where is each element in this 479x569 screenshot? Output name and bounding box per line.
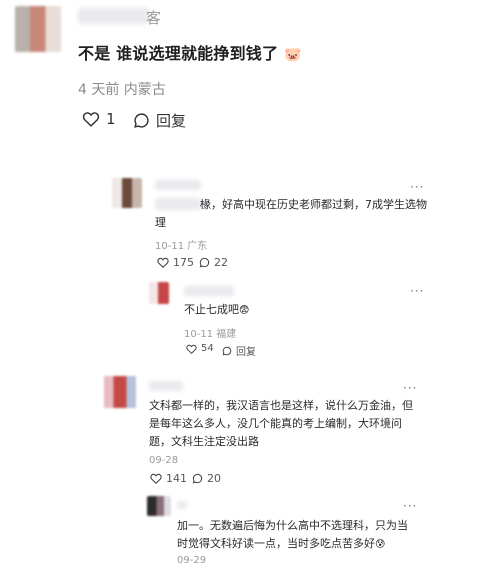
reply-button[interactable]: 22 <box>199 256 228 269</box>
more-options-icon[interactable]: ··· <box>403 499 417 513</box>
avatar[interactable] <box>15 6 61 52</box>
comment-bubble-icon <box>134 113 149 128</box>
reply-avatar[interactable] <box>112 178 142 208</box>
sub-reply-meta: 10-11 福建 <box>184 329 237 340</box>
reply-count: 20 <box>207 472 221 485</box>
like-count: 141 <box>166 472 187 485</box>
reply-label: 回复 <box>156 112 187 130</box>
reply-username[interactable] <box>149 381 183 391</box>
reply-label: 回复 <box>236 347 256 358</box>
reply-meta: 09-28 <box>149 455 179 466</box>
emoji: 😰 <box>375 539 386 550</box>
sub-reply-text-cont: 时觉得文科好读一点，当时多吃点苦多好😰 <box>177 537 386 550</box>
like-button[interactable]: 175 <box>157 256 194 269</box>
sub-reply-username[interactable] <box>184 286 234 296</box>
reply-button[interactable]: 回复 <box>133 110 186 131</box>
emoji: 🐷 <box>283 47 302 63</box>
sub-reply-avatar[interactable] <box>147 496 171 516</box>
reply-text: 文科都一样的，我汉语言也是这样，说什么万金油，但 <box>149 399 413 412</box>
comment-bubble-icon <box>192 473 203 484</box>
reply-text-cont: 理 <box>155 216 166 229</box>
sub-reply-meta: 09-29 <box>177 555 207 566</box>
comment-bubble-icon <box>199 257 210 268</box>
username[interactable] <box>78 8 150 24</box>
reply-text-cont: 题，文科生注定没出路 <box>149 435 259 448</box>
sub-reply-avatar[interactable] <box>149 282 169 304</box>
username-suffix: 客 <box>146 9 162 27</box>
like-button[interactable]: 54 <box>186 343 214 354</box>
like-button[interactable]: 1 <box>82 110 116 128</box>
more-options-icon[interactable]: ··· <box>403 381 417 395</box>
reply-avatar[interactable] <box>104 376 136 408</box>
reply-username[interactable] <box>155 180 201 190</box>
more-options-icon[interactable]: ··· <box>410 180 424 194</box>
mention-blur <box>155 198 201 210</box>
reply-count: 22 <box>214 256 228 269</box>
reply-text: 椽，好高中现在历史老师都过剩，7成学生选物 <box>200 198 427 211</box>
reply-text-cont: 是每年这么多人，没几个能真的考上编制，大环境问 <box>149 417 402 430</box>
comment-text: 不是 谁说选理就能挣到钱了 🐷 <box>78 44 302 63</box>
like-count: 175 <box>173 256 194 269</box>
heart-icon <box>150 473 162 484</box>
comment-meta: 4 天前 内蒙古 <box>78 82 166 98</box>
more-options-icon[interactable]: ··· <box>410 284 424 298</box>
like-count: 54 <box>201 343 214 354</box>
reply-meta: 10-11 广东 <box>155 241 208 252</box>
sub-reply-username[interactable] <box>177 501 187 509</box>
heart-icon <box>82 112 100 127</box>
comment-bubble-icon <box>222 346 232 355</box>
sub-reply-text: 不止七成吧😨 <box>184 303 250 316</box>
reply-button[interactable]: 回复 <box>222 343 256 358</box>
sub-reply-text: 加一。无数遍后悔为什么高中不选理科，只为当 <box>177 519 408 532</box>
heart-icon <box>157 257 169 268</box>
like-count: 1 <box>106 110 116 128</box>
reply-button[interactable]: 20 <box>192 472 221 485</box>
like-button[interactable]: 141 <box>150 472 187 485</box>
heart-icon <box>186 344 197 354</box>
emoji: 😨 <box>239 305 250 316</box>
